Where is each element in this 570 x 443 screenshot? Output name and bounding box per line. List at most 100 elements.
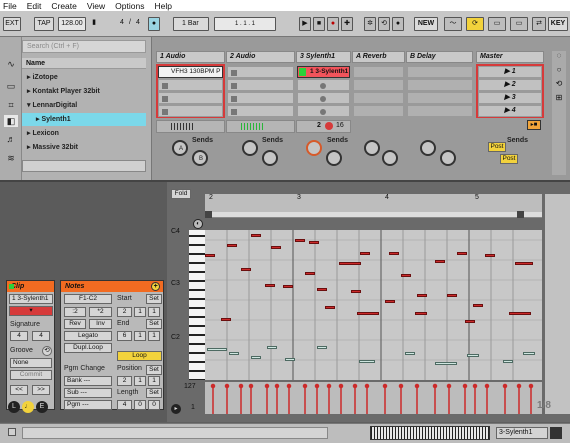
send-b-knob[interactable] <box>262 150 278 166</box>
sounds-icon[interactable]: ∿ <box>4 58 18 70</box>
clip-sig-den[interactable]: 4 <box>32 331 50 341</box>
menu-file[interactable]: File <box>0 1 24 11</box>
midi-note[interactable] <box>457 252 467 255</box>
track-header-2[interactable]: 2 Audio <box>226 51 295 63</box>
envelopes-icon[interactable]: E <box>36 401 48 413</box>
stop-all-clips-icon[interactable]: ▸■ <box>527 120 541 130</box>
midi-note[interactable] <box>385 300 395 303</box>
midi-note-low[interactable] <box>523 352 535 355</box>
send-b-knob[interactable] <box>440 150 456 166</box>
record-icon[interactable]: ● <box>327 17 339 31</box>
send-b-knob[interactable] <box>382 150 398 166</box>
halve-button[interactable]: :2 <box>64 307 86 317</box>
note-grid[interactable] <box>205 230 542 380</box>
track-header-3[interactable]: 3 Sylenth1 <box>296 51 351 63</box>
end-beat[interactable]: 1 <box>134 331 146 341</box>
midi-note-low[interactable] <box>467 354 479 357</box>
menu-help[interactable]: Help <box>151 1 178 11</box>
launch-icon[interactable]: L <box>8 401 20 413</box>
session-record-icon[interactable]: ● <box>392 17 404 31</box>
scene-launch[interactable]: ▶ 2 <box>478 79 542 91</box>
clip-stop-3[interactable]: 2 16 <box>296 120 351 133</box>
metronome-icon[interactable]: ● <box>148 17 160 31</box>
midi-note[interactable] <box>205 254 215 257</box>
send-a-knob[interactable] <box>242 140 258 156</box>
overview-clip[interactable] <box>370 426 490 440</box>
clip-slot[interactable] <box>297 79 350 91</box>
draw-mode-icon[interactable]: 〜 <box>444 17 462 31</box>
ext-button[interactable]: EXT <box>3 17 21 31</box>
key-map-button[interactable]: KEY <box>548 17 568 31</box>
clip-color-dropdown[interactable]: ▾ <box>9 306 53 316</box>
midi-note-low[interactable] <box>405 352 415 355</box>
velocity-editor[interactable] <box>205 382 542 414</box>
start-bar[interactable]: 2 <box>117 307 132 317</box>
position-bar[interactable]: 2 <box>117 376 132 386</box>
track-header-return-b[interactable]: B Delay <box>406 51 473 63</box>
clip-name-field[interactable]: 1 3-Sylenth1 <box>9 294 53 304</box>
midi-note[interactable] <box>415 312 427 315</box>
mixer-toggle-icon[interactable]: ⊞ <box>552 93 566 107</box>
scene-launch[interactable]: ▶ 3 <box>478 92 542 104</box>
send-a-knob[interactable] <box>364 140 380 156</box>
menu-view[interactable]: View <box>84 1 112 11</box>
browser-search-input[interactable]: Search (Ctrl + F) <box>22 40 146 53</box>
midi-note[interactable] <box>227 244 237 247</box>
browser-item[interactable]: ▸ Kontakt Player 32bit <box>22 85 146 98</box>
position-sixteenth[interactable]: 1 <box>148 376 160 386</box>
notes-panel-icon[interactable]: ♩ <box>22 401 34 413</box>
midi-note-low[interactable] <box>207 348 227 351</box>
reverse-button[interactable]: Rev <box>64 319 86 329</box>
tempo-field[interactable]: 128.00 <box>58 17 86 31</box>
track-header-1[interactable]: 1 Audio <box>156 51 225 63</box>
track-header-return-a[interactable]: A Reverb <box>352 51 405 63</box>
position-beat[interactable]: 1 <box>134 376 146 386</box>
overdub-icon[interactable]: ✚ <box>341 17 353 31</box>
returns-toggle-icon[interactable]: ⟲ <box>552 79 566 93</box>
clip-play-icon[interactable] <box>299 68 306 76</box>
midi-note[interactable] <box>417 294 427 297</box>
post-button[interactable]: Post <box>488 142 506 152</box>
grooves-icon[interactable]: ≋ <box>4 152 18 164</box>
sig-den[interactable]: 4 <box>133 17 143 31</box>
midi-note-low[interactable] <box>229 352 239 355</box>
quantize-menu[interactable]: 1 Bar <box>173 17 209 31</box>
midi-note-low[interactable] <box>285 358 295 361</box>
clip-slot[interactable] <box>227 92 294 104</box>
send-a-knob[interactable] <box>420 140 436 156</box>
midi-note[interactable] <box>465 320 475 323</box>
commit-button[interactable]: Commit <box>10 370 52 380</box>
punch-out-icon[interactable]: ▭ <box>510 17 528 31</box>
midi-note[interactable] <box>360 252 370 255</box>
length-sixteenth[interactable]: 0 <box>148 400 160 410</box>
set-start-button[interactable]: Set <box>146 294 162 304</box>
bank-field[interactable]: Bank --- <box>64 376 112 386</box>
midi-note[interactable] <box>485 254 495 257</box>
midi-note[interactable] <box>401 274 411 277</box>
io-toggle-icon[interactable]: ◌ <box>552 51 566 65</box>
play-icon[interactable]: ▶ <box>299 17 311 31</box>
midi-note[interactable] <box>351 290 361 293</box>
start-sixteenth[interactable]: 1 <box>148 307 160 317</box>
tap-button[interactable]: TAP <box>34 17 54 31</box>
midi-note[interactable] <box>515 262 533 265</box>
clip-slot[interactable] <box>158 79 223 91</box>
automation-arm-icon[interactable]: ✲ <box>364 17 376 31</box>
loop-start-marker[interactable] <box>205 211 212 218</box>
midi-map-icon[interactable]: ⇄ <box>532 17 546 31</box>
midi-note[interactable] <box>325 306 335 309</box>
sub-field[interactable]: Sub --- <box>64 388 112 398</box>
browser-item[interactable]: ▸ iZotope <box>22 71 146 84</box>
length-bar[interactable]: 4 <box>117 400 132 410</box>
browser-item[interactable]: ▸ Massive 32bit <box>22 141 146 154</box>
set-length-button[interactable]: Set <box>146 388 162 398</box>
menu-options[interactable]: Options <box>112 1 151 11</box>
nudge-forward-button[interactable]: >> <box>32 385 50 395</box>
fold-button[interactable]: Fold <box>171 189 191 199</box>
browser-item-selected[interactable]: ▸ Sylenth1 <box>22 113 146 126</box>
midi-note[interactable] <box>435 260 445 263</box>
browser-item[interactable]: ▾ LennarDigital <box>22 99 146 112</box>
loop-button[interactable]: Loop <box>117 351 162 361</box>
set-end-button[interactable]: Set <box>146 319 162 329</box>
pgm-field[interactable]: Pgm --- <box>64 400 112 410</box>
